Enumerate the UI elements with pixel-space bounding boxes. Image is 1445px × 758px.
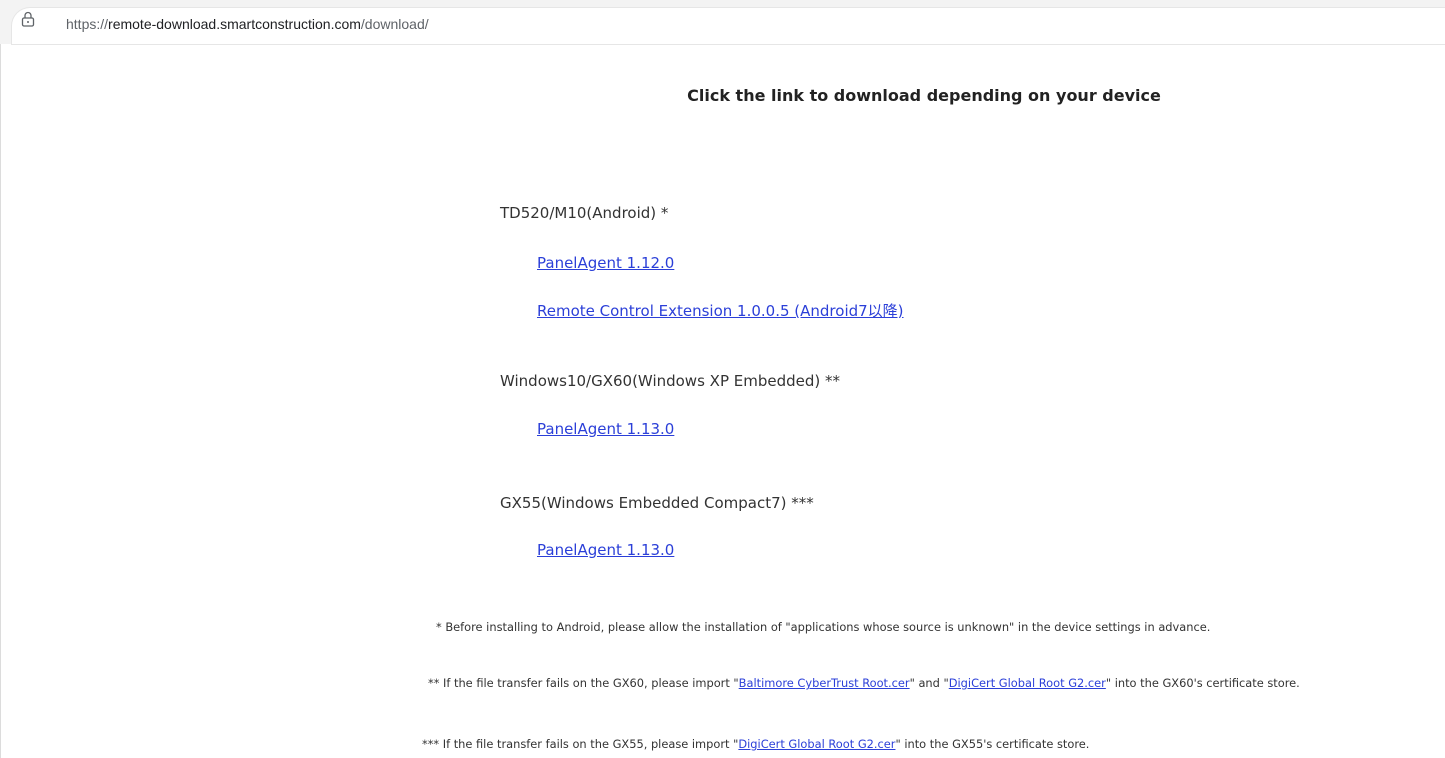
digicert-global-root-g2-link-gx60[interactable]: DigiCert Global Root G2.cer bbox=[949, 676, 1106, 690]
device-heading-td520: TD520/M10(Android) * bbox=[500, 204, 669, 222]
note-gx60-text-c: " into the GX60's certificate store. bbox=[1105, 676, 1300, 690]
url-path: /download/ bbox=[360, 16, 429, 32]
note-gx60-text-a: ** If the file transfer fails on the GX6… bbox=[428, 676, 739, 690]
note-gx55-text-a: *** If the file transfer fails on the GX… bbox=[422, 737, 739, 751]
lock-icon[interactable] bbox=[21, 11, 35, 27]
download-link-panelagent-1-12-0[interactable]: PanelAgent 1.12.0 bbox=[537, 254, 674, 272]
download-link-panelagent-1-13-0-gx60[interactable]: PanelAgent 1.13.0 bbox=[537, 420, 674, 438]
page-title: Click the link to download depending on … bbox=[687, 86, 1161, 105]
url-prefix: https:// bbox=[66, 16, 109, 32]
note-android: * Before installing to Android, please a… bbox=[436, 620, 1211, 634]
browser-address-bar: https://remote-download.smartconstructio… bbox=[0, 0, 1445, 44]
baltimore-cybertrust-root-link[interactable]: Baltimore CyberTrust Root.cer bbox=[739, 676, 910, 690]
note-gx55: *** If the file transfer fails on the GX… bbox=[422, 737, 1089, 751]
url-host: remote-download.smartconstruction.com bbox=[108, 16, 361, 32]
digicert-global-root-g2-link-gx55[interactable]: DigiCert Global Root G2.cer bbox=[738, 737, 895, 751]
download-link-panelagent-1-13-0-gx55[interactable]: PanelAgent 1.13.0 bbox=[537, 541, 674, 559]
note-gx60: ** If the file transfer fails on the GX6… bbox=[428, 676, 1300, 690]
download-page: Click the link to download depending on … bbox=[0, 44, 1445, 758]
device-heading-gx55: GX55(Windows Embedded Compact7) *** bbox=[500, 494, 814, 512]
device-heading-gx60: Windows10/GX60(Windows XP Embedded) ** bbox=[500, 372, 841, 390]
note-gx60-text-b: " and " bbox=[909, 676, 949, 690]
download-link-remote-control-extension[interactable]: Remote Control Extension 1.0.0.5 (Androi… bbox=[537, 300, 904, 321]
url-text[interactable]: https://remote-download.smartconstructio… bbox=[66, 16, 429, 32]
note-gx55-text-b: " into the GX55's certificate store. bbox=[895, 737, 1090, 751]
